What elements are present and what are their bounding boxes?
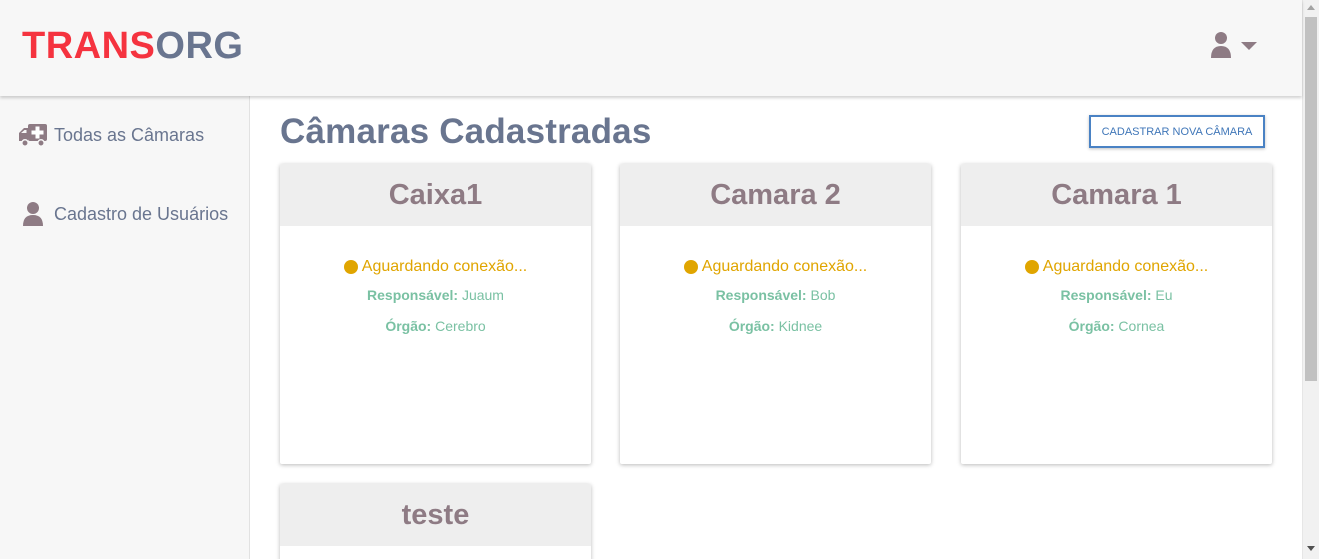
sidebar-item-cadastro-usuarios[interactable]: Cadastro de Usuários xyxy=(0,194,249,234)
responsavel-label: Responsável: xyxy=(367,287,459,303)
status-text: Aguardando conexão... xyxy=(701,258,868,275)
camera-card-title: Caixa1 xyxy=(280,164,591,226)
status-dot-icon xyxy=(343,260,358,274)
camera-card-body: Aguardando conexão... Responsável: Eu Ór… xyxy=(961,226,1272,340)
responsavel-line: Responsável: Bob xyxy=(620,287,931,309)
sidebar-item-label: Todas as Câmaras xyxy=(54,124,205,145)
caret-down-icon xyxy=(1240,38,1258,56)
orgao-label: Órgão: xyxy=(385,318,432,334)
camera-card[interactable]: teste xyxy=(280,484,591,559)
page-scrollbar[interactable] xyxy=(1302,0,1319,559)
responsavel-label: Responsável: xyxy=(1060,287,1152,303)
status-text: Aguardando conexão... xyxy=(361,258,528,275)
orgao-line: Órgão: Kidnee xyxy=(620,318,931,340)
camera-card-title: Camara 1 xyxy=(961,164,1272,226)
status-text: Aguardando conexão... xyxy=(1042,258,1209,275)
camera-card-body: Aguardando conexão... Responsável: Bob Ó… xyxy=(620,226,931,340)
orgao-value: Kidnee xyxy=(778,318,823,334)
responsavel-line: Responsável: Juaum xyxy=(280,287,591,309)
sidebar: Todas as Câmaras Cadastro de Usuários xyxy=(0,96,250,559)
page-title: Câmaras Cadastradas xyxy=(280,112,652,151)
scroll-down-arrow-icon[interactable] xyxy=(1307,546,1315,551)
user-icon xyxy=(18,201,48,227)
connection-status: Aguardando conexão... xyxy=(620,256,931,278)
status-dot-icon xyxy=(683,260,698,274)
top-header: TRANSORG xyxy=(0,0,1302,96)
sidebar-item-todas-camaras[interactable]: Todas as Câmaras xyxy=(0,115,249,155)
logo[interactable]: TRANSORG xyxy=(22,24,243,68)
camera-card[interactable]: Camara 2 Aguardando conexão... Responsáv… xyxy=(620,164,931,464)
orgao-value: Cerebro xyxy=(435,318,486,334)
user-icon xyxy=(1210,31,1232,64)
scroll-thumb[interactable] xyxy=(1305,17,1317,381)
main-content: Câmaras Cadastradas CADASTRAR NOVA CÂMAR… xyxy=(250,96,1302,559)
orgao-label: Órgão: xyxy=(1068,318,1115,334)
responsavel-value: Eu xyxy=(1155,287,1173,303)
ambulance-icon xyxy=(18,122,48,148)
responsavel-line: Responsável: Eu xyxy=(961,287,1272,309)
sidebar-item-label: Cadastro de Usuários xyxy=(54,203,229,224)
logo-part-trans: TRANS xyxy=(22,25,156,67)
connection-status: Aguardando conexão... xyxy=(280,256,591,278)
add-camera-button[interactable]: CADASTRAR NOVA CÂMARA xyxy=(1089,115,1265,148)
camera-card[interactable]: Camara 1 Aguardando conexão... Responsáv… xyxy=(961,164,1272,464)
camera-card-title: teste xyxy=(280,484,591,546)
user-menu-toggle[interactable] xyxy=(1210,30,1266,64)
camera-card[interactable]: Caixa1 Aguardando conexão... Responsável… xyxy=(280,164,591,464)
camera-card-title: Camara 2 xyxy=(620,164,931,226)
status-dot-icon xyxy=(1024,260,1039,274)
orgao-line: Órgão: Cornea xyxy=(961,318,1272,340)
orgao-label: Órgão: xyxy=(728,318,775,334)
responsavel-value: Juaum xyxy=(461,287,504,303)
orgao-value: Cornea xyxy=(1118,318,1165,334)
scroll-up-arrow-icon[interactable] xyxy=(1307,5,1315,10)
app-root: TRANSORG Todas as Câmaras Cadastro de Us… xyxy=(0,0,1319,559)
connection-status: Aguardando conexão... xyxy=(961,256,1272,278)
camera-card-body: Aguardando conexão... Responsável: Juaum… xyxy=(280,226,591,340)
responsavel-value: Bob xyxy=(810,287,836,303)
responsavel-label: Responsável: xyxy=(715,287,807,303)
logo-part-org: ORG xyxy=(155,25,244,67)
orgao-line: Órgão: Cerebro xyxy=(280,318,591,340)
